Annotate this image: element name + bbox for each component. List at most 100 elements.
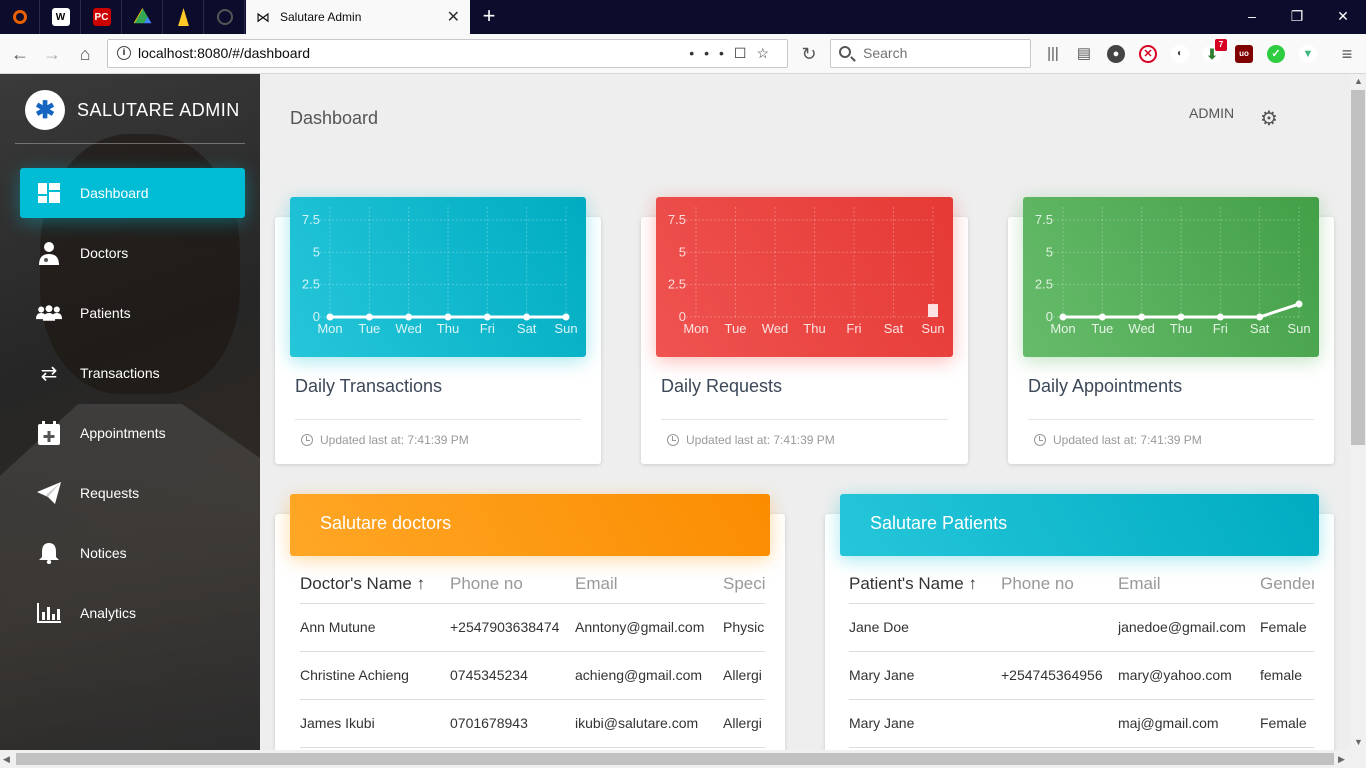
github-icon [12,10,27,24]
sidebar-item-doctors[interactable]: Doctors [20,228,245,278]
patients-table: Patient's Name ↑ Phone no Email Gender J… [849,565,1314,748]
horizontal-scrollbar-thumb[interactable] [16,753,1334,765]
table-cell: Anntony@gmail.com [575,603,723,652]
pinned-tab-1[interactable] [0,0,40,34]
x-tick-label: Tue [358,321,380,336]
sidebar-item-label: Patients [80,305,131,321]
brand[interactable]: ✱ SALUTARE ADMIN [25,90,240,130]
send-icon [36,480,62,506]
check-icon[interactable]: ✓ [1267,45,1285,63]
block-icon[interactable]: ✕ [1139,45,1157,63]
sidebar-item-dashboard[interactable]: Dashboard [20,168,245,218]
library-icon[interactable]: ||| [1041,42,1065,66]
pinned-tab-5[interactable] [164,0,204,34]
table-row[interactable]: Mary Jane +254745364956 mary@yahoo.com fema… [849,651,1314,700]
table-cell: ikubi@salutare.com [575,699,723,748]
admin-user-label[interactable]: ADMIN [1189,105,1234,121]
vertical-scrollbar-thumb[interactable] [1351,90,1365,445]
active-tab[interactable]: ⋈ Salutare Admin ✕ [246,0,470,34]
brand-name: SALUTARE ADMIN [77,99,240,120]
url-actions[interactable]: •••☐☆ [689,40,779,67]
table-cell: Female [1260,699,1314,748]
github-icon [216,9,233,25]
info-icon[interactable]: i [117,46,131,60]
table-cell: mary@yahoo.com [1118,651,1260,700]
sidebar-item-label: Dashboard [80,185,149,201]
back-button[interactable]: ← [8,42,32,66]
page-title: Dashboard [290,108,379,128]
x-tick-label: Fri [846,321,861,336]
search-placeholder: Search [863,45,908,61]
doctor-icon [36,240,62,266]
menu-icon[interactable]: ≡ [1335,42,1359,66]
close-window-button[interactable]: ✕ [1333,6,1353,26]
clock-icon [1034,434,1046,446]
column-header-phone[interactable]: Phone no [450,565,575,604]
card-title: Daily Requests [661,376,783,396]
extension-icon[interactable]: ◐ [1171,45,1189,63]
column-header-specialty[interactable]: Speci [723,565,765,604]
sidebar-item-analytics[interactable]: Analytics [20,588,245,638]
ublock-icon[interactable]: uo [1235,45,1253,63]
gear-icon[interactable]: ⚙ [1258,108,1280,130]
column-header-gender[interactable]: Gender [1260,565,1314,604]
column-header-email[interactable]: Email [575,565,723,604]
chart-svg: 7.552.50Mon Tue Wed Thu Fri Sat Sun [1035,207,1311,336]
updated-time: Updated last at: 7:41:39 PM [320,433,469,447]
sidebar-item-patients[interactable]: Patients [20,288,245,338]
pinned-tab-4[interactable] [123,0,163,34]
data-point [326,313,334,321]
forward-button[interactable]: → [40,42,64,66]
sidebar-toggle-icon[interactable]: ▤ [1072,42,1096,66]
table-row[interactable]: James Ikubi 0701678943 ikubi@salutare.com A… [300,699,765,748]
restore-button[interactable]: ❐ [1287,6,1307,26]
table-cell: 0701678943 [450,699,575,748]
pinned-tab-2[interactable]: W [41,0,81,34]
table-row[interactable]: Ann Mutune +2547903638474 Anntony@gmail.co… [300,603,765,652]
x-tick-label: Fri [480,321,495,336]
column-header-phone[interactable]: Phone no [1001,565,1118,604]
bell-icon [36,540,62,566]
sidebar-item-label: Appointments [80,425,166,441]
pinned-tab-3[interactable]: PC [82,0,122,34]
star-of-life-icon: ✱ [25,90,65,130]
new-tab-button[interactable]: + [478,4,500,30]
search-bar[interactable]: Search [830,39,1031,68]
scroll-right-arrow[interactable]: ▶ [1338,754,1345,765]
arrow-up-icon: ↑ [416,573,426,593]
column-header-email[interactable]: Email [1118,565,1260,604]
card-footer: Updated last at: 7:41:39 PM [667,433,835,447]
scroll-up-arrow[interactable]: ▲ [1354,76,1363,86]
scroll-down-arrow[interactable]: ▼ [1354,737,1363,747]
patients-card-header: Salutare Patients [840,494,1319,556]
data-point [444,313,452,321]
home-button[interactable]: ⌂ [73,42,97,66]
sidebar-item-notices[interactable]: Notices [20,528,245,578]
table-row[interactable]: Jane Doe janedoe@gmail.com Female [849,603,1314,652]
table-cell: Christine Achieng [300,651,450,700]
sidebar-item-label: Notices [80,545,127,561]
vue-icon[interactable]: ▼ [1299,45,1317,63]
doctors-card-header: Salutare doctors [290,494,770,556]
arrow-up-icon: ↑ [968,573,977,593]
sidebar-item-requests[interactable]: Requests [20,468,245,518]
clock-icon [301,434,313,446]
close-tab-icon[interactable]: ✕ [447,7,460,27]
scroll-left-arrow[interactable]: ◀ [3,754,10,765]
url-bar[interactable]: i localhost:8080/#/dashboard •••☐☆ [107,39,788,68]
pcgamer-icon: PC [92,8,111,26]
table-row[interactable]: Mary Jane maj@gmail.com Female [849,699,1314,748]
table-header-row: Patient's Name ↑ Phone no Email Gender [849,565,1314,604]
table-row[interactable]: Christine Achieng 0745345234 achieng@gmail… [300,651,765,700]
column-header-name[interactable]: Doctor's Name ↑ [300,565,450,604]
x-tick-label: Wed [1128,321,1155,336]
sidebar-item-transactions[interactable]: ⇄ Transactions [20,348,245,398]
account-icon[interactable]: ● [1107,45,1125,63]
reload-button[interactable]: ↻ [797,42,821,66]
sidebar-item-appointments[interactable]: Appointments [20,408,245,458]
pinned-tab-6[interactable] [205,0,245,34]
table-cell: Mary Jane [849,651,1001,700]
sidebar-item-label: Analytics [80,605,137,621]
column-header-name[interactable]: Patient's Name ↑ [849,565,1001,604]
minimize-button[interactable]: – [1242,6,1262,26]
